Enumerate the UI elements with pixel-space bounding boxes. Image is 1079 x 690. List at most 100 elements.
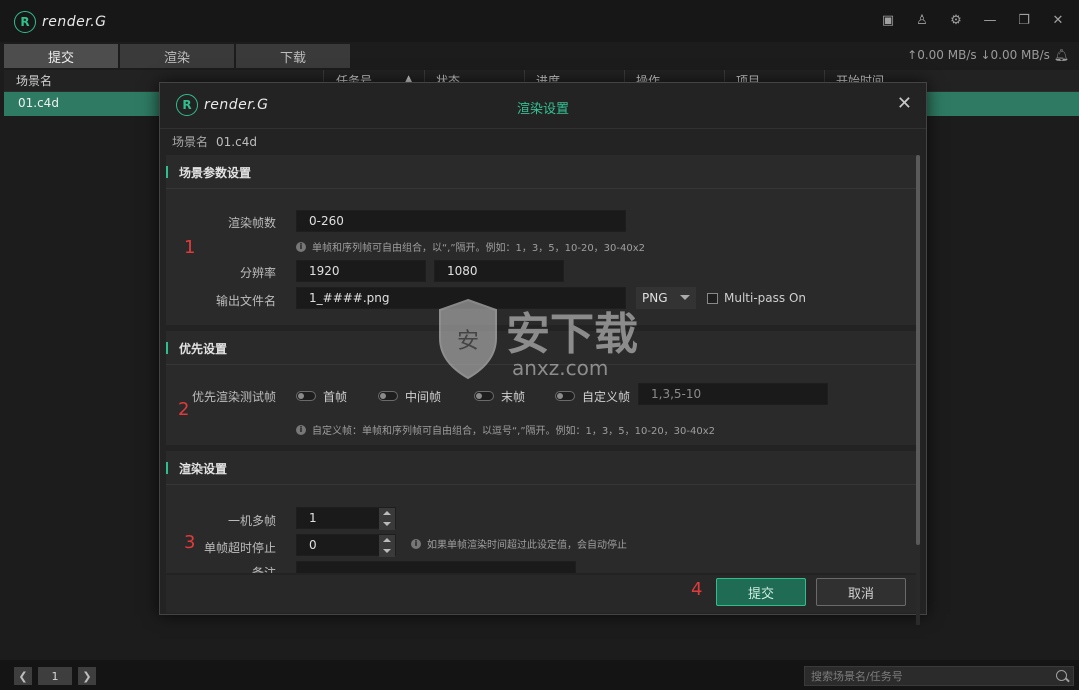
col-scene[interactable]: 场景名 (16, 72, 52, 89)
section-accent-bar (166, 342, 168, 354)
stepper-buttons (379, 535, 395, 557)
info-icon: i (296, 424, 306, 435)
scene-value: 01.c4d (216, 135, 257, 149)
multipass-checkbox[interactable] (707, 293, 718, 304)
upload-speed: 0.00 MB/s (917, 48, 977, 62)
render-section: 渲染设置 一机多帧 1 单帧超时停止 0 i 如果单帧渲染时间超过此设定值，会自动… (166, 451, 916, 573)
custom-frame-toggle[interactable] (555, 391, 575, 401)
timeout-stepper[interactable]: 0 (296, 534, 396, 557)
section-title: 渲染设置 (179, 462, 228, 476)
multipass-label: Multi-pass On (724, 291, 807, 305)
custom-frames-hint-text: 自定义帧：单帧和序列帧可自由组合，以逗号“,”隔开。例如：1，3，5，10-20… (312, 426, 716, 437)
frames-hint-text: 单帧和序列帧可自由组合，以“,”隔开。例如：1，3，5，10-20，30-40x… (312, 243, 646, 254)
section-title: 优先设置 (179, 342, 228, 356)
logo-text: render.G (42, 14, 107, 30)
cancel-button[interactable]: 取消 (816, 578, 906, 606)
tab-download[interactable]: 下载 (236, 44, 350, 68)
submit-button[interactable]: 提交 (716, 578, 806, 606)
annotation-3: 3 (184, 532, 196, 553)
stepper-buttons (379, 508, 395, 530)
annotation-4: 4 (691, 579, 703, 600)
multi-frame-stepper[interactable]: 1 (296, 507, 396, 530)
frames-input[interactable]: 0-260 (296, 210, 626, 232)
section-title: 场景参数设置 (179, 166, 252, 180)
logo-r-icon: R (14, 11, 36, 33)
stepper-down-icon[interactable] (379, 519, 395, 530)
main-tabs: 提交 渲染 下载 (4, 44, 352, 68)
close-icon[interactable]: ✕ (897, 95, 912, 113)
dialog-title: 渲染设置 (516, 102, 569, 117)
stepper-up-icon[interactable] (379, 508, 395, 519)
scene-label: 场景名 (172, 135, 209, 149)
stepper-up-icon[interactable] (379, 535, 395, 546)
search-placeholder: 搜索场景名/任务号 (811, 670, 903, 683)
row-scene-name: 01.c4d (18, 96, 59, 110)
dialog-header: R render.G 渲染设置 ✕ (160, 83, 926, 129)
output-filename-input[interactable]: 1_####.png (296, 287, 626, 309)
info-icon: i (296, 241, 306, 252)
minimize-icon[interactable]: — (973, 8, 1007, 32)
search-input[interactable]: 搜索场景名/任务号 (804, 666, 1074, 686)
section-header: 渲染设置 (166, 451, 916, 485)
timeout-hint: i 如果单帧渲染时间超过此设定值，会自动停止 (411, 536, 627, 551)
search-icon[interactable] (1056, 670, 1067, 681)
download-arrow-icon: ↓ (980, 48, 991, 62)
multi-frame-value: 1 (309, 511, 317, 525)
frames-label: 渲染帧数 (227, 216, 276, 230)
custom-frames-hint: i 自定义帧：单帧和序列帧可自由组合，以逗号“,”隔开。例如：1，3，5，10-2… (296, 422, 715, 437)
format-value: PNG (642, 291, 668, 305)
annotation-2: 2 (178, 399, 190, 420)
close-icon[interactable]: ✕ (1041, 8, 1075, 32)
stepper-down-icon[interactable] (379, 546, 395, 557)
multi-frame-label: 一机多帧 (227, 514, 276, 528)
tab-render[interactable]: 渲染 (120, 44, 234, 68)
transfer-speed: ↑0.00 MB/s ↓0.00 MB/s 🔔︎ (907, 48, 1069, 62)
restore-icon[interactable]: ❐ (1007, 8, 1041, 32)
first-frame-label: 首帧 (323, 390, 348, 404)
folder-settings-icon[interactable]: ▣ (871, 8, 905, 32)
next-page-button[interactable]: ❯ (78, 667, 96, 685)
download-speed: 0.00 MB/s (990, 48, 1050, 62)
tab-submit[interactable]: 提交 (4, 44, 118, 68)
scene-name-line: 场景名 01.c4d (172, 133, 257, 150)
resolution-width-input[interactable]: 1920 (296, 260, 426, 282)
timeout-label: 单帧超时停止 (203, 541, 276, 555)
middle-frame-label: 中间帧 (405, 390, 442, 404)
notes-input[interactable] (296, 561, 576, 573)
user-icon[interactable]: ♙ (905, 8, 939, 32)
info-icon: i (411, 538, 421, 549)
resolution-label: 分辨率 (239, 266, 276, 280)
timeout-value: 0 (309, 538, 317, 552)
section-header: 场景参数设置 (166, 155, 916, 189)
bell-icon[interactable]: 🔔︎ (1054, 48, 1069, 62)
prev-page-button[interactable]: ❮ (14, 667, 32, 685)
format-select[interactable]: PNG (636, 287, 696, 309)
scene-params-section: 场景参数设置 渲染帧数 0-260 i 单帧和序列帧可自由组合，以“,”隔开。例如… (166, 155, 916, 325)
output-filename-label: 输出文件名 (215, 294, 276, 308)
window-controls: ▣ ♙ ⚙ — ❐ ✕ (871, 8, 1075, 32)
dialog-footer: 提交 取消 (166, 575, 916, 613)
last-frame-label: 末帧 (501, 390, 526, 404)
settings-scroll-area[interactable]: 场景参数设置 渲染帧数 0-260 i 单帧和序列帧可自由组合，以“,”隔开。例如… (166, 155, 916, 573)
priority-section: 优先设置 优先渲染测试帧 首帧 中间帧 末帧 自定义帧 1,3,5-10 i 自定… (166, 331, 916, 445)
vertical-scrollbar[interactable] (916, 155, 920, 625)
app-logo: R render.G (14, 10, 107, 34)
chevron-down-icon (680, 295, 690, 300)
middle-frame-toggle[interactable] (378, 391, 398, 401)
notes-label: 备注 (251, 566, 276, 573)
upload-arrow-icon: ↑ (907, 48, 918, 62)
page-number[interactable]: 1 (38, 667, 72, 685)
last-frame-toggle[interactable] (474, 391, 494, 401)
section-accent-bar (166, 462, 168, 474)
frames-hint: i 单帧和序列帧可自由组合，以“,”隔开。例如：1，3，5，10-20，30-40… (296, 239, 645, 254)
custom-frame-label: 自定义帧 (582, 390, 631, 404)
resolution-height-input[interactable]: 1080 (434, 260, 564, 282)
section-header: 优先设置 (166, 331, 916, 365)
gear-icon[interactable]: ⚙ (939, 8, 973, 32)
timeout-hint-text: 如果单帧渲染时间超过此设定值，会自动停止 (427, 540, 627, 551)
first-frame-toggle[interactable] (296, 391, 316, 401)
scrollbar-thumb[interactable] (916, 155, 920, 545)
custom-frames-input[interactable]: 1,3,5-10 (638, 383, 828, 405)
title-bar: R render.G ▣ ♙ ⚙ — ❐ ✕ (0, 0, 1079, 42)
render-settings-dialog: R render.G 渲染设置 ✕ 场景名 01.c4d 场景参数设置 渲染帧数 … (159, 82, 927, 625)
